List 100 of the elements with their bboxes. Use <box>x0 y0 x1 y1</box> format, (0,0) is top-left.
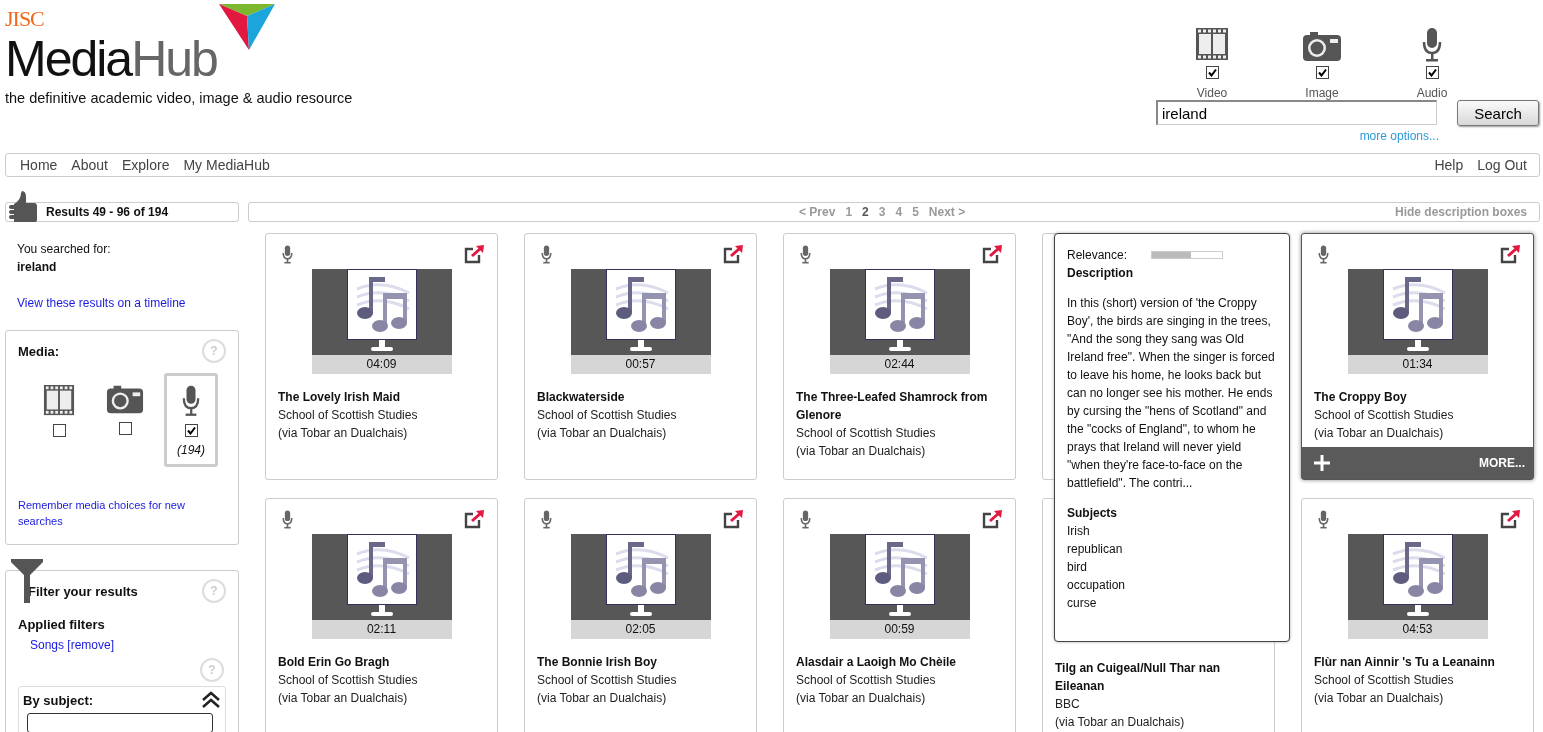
result-card[interactable]: 04:53 Flùr nan Ainnir 's Tu a Leanainn School of Scottish Studies (via Tobar an Dualchais) <box>1301 498 1534 732</box>
nav-link[interactable]: About <box>71 157 108 173</box>
result-source: School of Scottish Studies <box>278 407 419 424</box>
result-card[interactable]: 00:57 Blackwaterside School of Scottish Studies (via Tobar an Dualchais) <box>524 233 757 480</box>
result-source: School of Scottish Studies <box>1314 672 1455 689</box>
applied-filter-link[interactable]: Songs [remove] <box>30 638 226 652</box>
checkbox[interactable] <box>1205 66 1219 79</box>
microphone-icon <box>182 384 200 418</box>
result-card[interactable]: 00:59 Alasdair a Laoigh Mo Chèile School of Scottish Studies (via Tobar an Dualchais) <box>783 498 1016 732</box>
microphone-icon <box>1422 27 1442 63</box>
media-type-label: Video <box>1196 86 1228 100</box>
nav-link[interactable]: My MediaHub <box>183 157 270 173</box>
search-button[interactable]: Search <box>1457 100 1539 126</box>
checkbox[interactable] <box>1425 66 1439 79</box>
checkbox[interactable] <box>184 424 198 437</box>
microphone-icon <box>541 510 552 529</box>
external-link-icon[interactable] <box>982 245 1003 264</box>
more-link[interactable]: MORE... <box>1479 456 1525 470</box>
description-text: In this (short) version of 'the Croppy Boy', the birds are singing in the trees, "And the song they sang was Old Ireland free". When the singer is forced to leave his home, he looks back but can no longer see his mother. He ends by cursing the "hens of Scotland" and the "cocks of England", to whom he prays that Ireland will never yield "when they're face-to-face on the battlefield". The contri... <box>1067 295 1276 492</box>
music-notes-icon <box>864 269 935 353</box>
nav-link[interactable]: Log Out <box>1477 157 1527 173</box>
external-link-icon[interactable] <box>723 245 744 264</box>
subject-title: By subject: <box>23 692 94 708</box>
result-title[interactable]: Tilg an Cuigeal/Null Thar nan Eileanan <box>1055 659 1262 695</box>
result-via: (via Tobar an Dualchais) <box>278 690 409 707</box>
music-notes-icon <box>346 269 417 353</box>
music-notes-icon <box>605 269 676 353</box>
result-source: School of Scottish Studies <box>278 672 419 689</box>
relevance-label: Relevance: <box>1067 247 1128 264</box>
microphone-icon <box>282 510 293 529</box>
nav-link[interactable]: Home <box>20 157 58 173</box>
result-via: (via Tobar an Dualchais) <box>278 425 409 442</box>
checkbox[interactable] <box>118 422 132 435</box>
music-notes-icon <box>864 534 935 618</box>
result-source: School of Scottish Studies <box>537 407 678 424</box>
result-title[interactable]: Alasdair a Laoigh Mo Chèile <box>796 653 1003 671</box>
microphone-icon <box>1318 510 1329 529</box>
subjects-heading: Subjects <box>1067 505 1118 522</box>
camera-icon <box>1302 31 1342 63</box>
media-thumbnail[interactable] <box>829 269 970 355</box>
media-thumbnail[interactable] <box>311 534 452 620</box>
microphone-icon <box>282 245 293 264</box>
filter-field[interactable] <box>27 713 213 732</box>
media-thumbnail[interactable] <box>1347 269 1488 355</box>
duration-label: 04:09 <box>311 355 452 374</box>
microphone-icon <box>541 245 552 264</box>
result-card[interactable]: 04:09 The Lovely Irish Maid School of Scottish Studies (via Tobar an Dualchais) <box>265 233 498 480</box>
result-card[interactable]: 02:44 The Three-Leafed Shamrock from Glenore School of Scottish Studies (via Tobar an Dualchais) <box>783 233 1016 480</box>
result-card[interactable]: 02:11 Bold Erin Go Bragh School of Scottish Studies (via Tobar an Dualchais) <box>265 498 498 732</box>
media-type-label: Audio <box>1416 86 1448 100</box>
collapse-icon[interactable] <box>201 691 221 709</box>
subject-item: occupation <box>1067 577 1127 594</box>
subject-item: Irish <box>1067 523 1091 540</box>
film-icon <box>1195 27 1229 63</box>
media-thumbnail[interactable] <box>570 269 711 355</box>
result-via: (via Tobar an Dualchais) <box>796 690 927 707</box>
timeline-link[interactable]: View these results on a timeline <box>17 294 227 312</box>
result-card[interactable]: 02:05 The Bonnie Irish Boy School of Scottish Studies (via Tobar an Dualchais) <box>524 498 757 732</box>
music-notes-icon <box>1382 534 1453 618</box>
microphone-icon <box>800 510 811 529</box>
external-link-icon[interactable] <box>723 510 744 529</box>
result-title[interactable]: The Croppy Boy <box>1314 388 1521 406</box>
result-title[interactable]: Blackwaterside <box>537 388 744 406</box>
remember-choices-link[interactable]: Remember media choices for new searches <box>18 497 226 529</box>
external-link-icon[interactable] <box>1500 245 1521 264</box>
media-option-selected[interactable]: (194) <box>164 373 218 467</box>
external-link-icon[interactable] <box>464 510 485 529</box>
checkbox[interactable] <box>52 424 66 437</box>
result-card[interactable]: 01:34 The Croppy Boy School of Scottish Studies (via Tobar an Dualchais) MORE... <box>1301 233 1534 480</box>
search-field[interactable]: ireland <box>1156 100 1437 125</box>
nav-link[interactable]: Help <box>1434 157 1464 173</box>
result-title[interactable]: Flùr nan Ainnir 's Tu a Leanainn <box>1314 653 1521 671</box>
external-link-icon[interactable] <box>982 510 1003 529</box>
result-via: (via Tobar an Dualchais) <box>537 690 668 707</box>
external-link-icon[interactable] <box>1500 510 1521 529</box>
checkbox[interactable] <box>1315 66 1329 79</box>
media-thumbnail[interactable] <box>570 534 711 620</box>
duration-label: 01:34 <box>1347 355 1488 374</box>
plus-icon[interactable] <box>1314 455 1330 471</box>
external-link-icon[interactable] <box>464 245 485 264</box>
result-via: (via Tobar an Dualchais) <box>1055 714 1186 731</box>
result-title[interactable]: The Three-Leafed Shamrock from Glenore <box>796 388 1003 424</box>
result-title[interactable]: The Lovely Irish Maid <box>278 388 485 406</box>
duration-label: 02:44 <box>829 355 970 374</box>
nav-link[interactable]: Explore <box>121 157 170 173</box>
result-title[interactable]: Bold Erin Go Bragh <box>278 653 485 671</box>
thumbs-up-icon <box>8 189 38 223</box>
microphone-icon <box>1318 245 1329 264</box>
media-thumbnail[interactable] <box>311 269 452 355</box>
media-thumbnail[interactable] <box>829 534 970 620</box>
result-source: School of Scottish Studies <box>537 672 678 689</box>
jisc-logo-text: JISC <box>5 6 44 31</box>
duration-label: 04:53 <box>1347 620 1488 639</box>
description-heading: Description <box>1067 265 1134 282</box>
result-title[interactable]: The Bonnie Irish Boy <box>537 653 744 671</box>
media-thumbnail[interactable] <box>1347 534 1488 620</box>
page-link[interactable]: 2 <box>862 205 869 219</box>
duration-label: 02:11 <box>311 620 452 639</box>
result-source: School of Scottish Studies <box>796 425 937 442</box>
duration-label: 02:05 <box>570 620 711 639</box>
